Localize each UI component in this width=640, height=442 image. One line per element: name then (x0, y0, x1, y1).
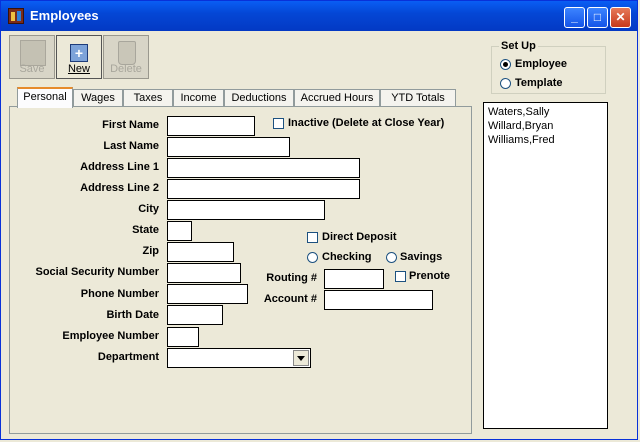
prenote-checkbox[interactable] (395, 271, 406, 282)
employee-radio[interactable] (500, 59, 511, 70)
tab-income[interactable]: Income (173, 89, 224, 107)
inactive-checkbox[interactable] (273, 118, 284, 129)
ssn-label: Social Security Number (35, 266, 160, 278)
address1-label: Address Line 1 (80, 161, 159, 173)
direct-deposit-label: Direct Deposit (322, 231, 397, 243)
delete-button[interactable]: Delete (103, 35, 149, 79)
employee-number-label: Employee Number (62, 330, 159, 342)
first-name-input[interactable] (167, 116, 255, 136)
state-label: State (132, 224, 159, 236)
app-icon (8, 8, 24, 24)
list-item[interactable]: Williams,Fred (488, 133, 603, 147)
routing-input[interactable] (324, 269, 384, 289)
list-item[interactable]: Willard,Bryan (488, 119, 603, 133)
tab-accrued-hours[interactable]: Accrued Hours (294, 89, 380, 107)
tab-ytd-totals[interactable]: YTD Totals (380, 89, 456, 107)
savings-label: Savings (400, 251, 443, 263)
address2-input[interactable] (167, 179, 360, 199)
savings-radio[interactable] (386, 252, 397, 263)
state-input[interactable] (167, 221, 192, 241)
checking-radio[interactable] (307, 252, 318, 263)
last-name-input[interactable] (167, 137, 290, 157)
address1-input[interactable] (167, 158, 360, 178)
tab-personal[interactable]: Personal (17, 87, 73, 108)
employee-radio-label: Employee (515, 58, 567, 70)
employee-number-input[interactable] (167, 327, 199, 347)
inactive-label: Inactive (Delete at Close Year) (288, 117, 445, 129)
birth-date-label: Birth Date (106, 309, 159, 321)
list-item[interactable]: Waters,Sally (488, 105, 603, 119)
employees-window: Employees _ □ ✕ Save + New Delete Person… (0, 0, 638, 440)
address2-label: Address Line 2 (80, 182, 159, 194)
close-button[interactable]: ✕ (610, 7, 631, 28)
new-label: New (67, 63, 90, 75)
zip-label: Zip (142, 245, 160, 257)
city-input[interactable] (167, 200, 325, 220)
prenote-label: Prenote (409, 270, 450, 282)
direct-deposit-checkbox[interactable] (307, 232, 318, 243)
phone-label: Phone Number (80, 288, 159, 300)
ssn-input[interactable] (167, 263, 241, 283)
maximize-button[interactable]: □ (587, 7, 608, 28)
tab-taxes[interactable]: Taxes (123, 89, 173, 107)
department-select[interactable] (167, 348, 311, 368)
new-icon: + (70, 44, 88, 62)
zip-input[interactable] (167, 242, 234, 262)
chevron-down-icon[interactable] (293, 350, 309, 366)
tab-deductions[interactable]: Deductions (224, 89, 294, 107)
title-bar[interactable]: Employees _ □ ✕ (1, 1, 637, 31)
template-radio-label: Template (515, 77, 563, 89)
checking-label: Checking (322, 251, 372, 263)
delete-label: Delete (110, 63, 142, 75)
account-label: Account # (263, 293, 317, 305)
account-input[interactable] (324, 290, 433, 310)
birth-date-input[interactable] (167, 305, 223, 325)
save-button[interactable]: Save (9, 35, 55, 79)
last-name-label: Last Name (103, 140, 159, 152)
window-title: Employees (30, 8, 99, 23)
tab-wages[interactable]: Wages (73, 89, 123, 107)
first-name-label: First Name (102, 119, 159, 131)
save-label: Save (19, 63, 45, 75)
department-label: Department (97, 351, 159, 363)
new-button[interactable]: + New (56, 35, 102, 79)
template-radio[interactable] (500, 78, 511, 89)
employee-list[interactable]: Waters,Sally Willard,Bryan Williams,Fred (483, 102, 608, 429)
routing-label: Routing # (266, 272, 317, 284)
setup-title: Set Up (499, 40, 538, 52)
city-label: City (138, 203, 159, 215)
minimize-button[interactable]: _ (564, 7, 585, 28)
delete-icon (118, 41, 136, 65)
